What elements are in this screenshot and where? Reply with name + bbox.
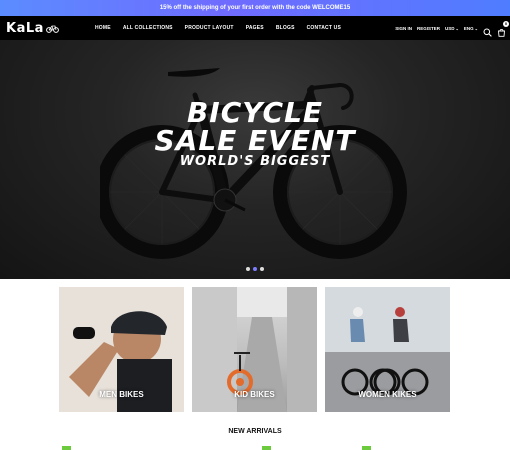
currency-select[interactable]: USD⌄: [445, 26, 459, 31]
collection-label-men: MEN BIKES: [99, 390, 144, 399]
register-link[interactable]: REGISTER: [417, 26, 440, 31]
collection-card-men[interactable]: MEN BIKES: [59, 287, 184, 412]
nav-blogs[interactable]: BLOGS: [276, 25, 295, 31]
nav-all-collections[interactable]: ALL COLLECTIONS: [123, 25, 173, 31]
collection-card-women[interactable]: WOMEN KIKES: [325, 287, 450, 412]
cart-count-badge: 0: [503, 20, 509, 27]
logo[interactable]: KaLa: [6, 20, 59, 36]
collection-card-kid[interactable]: KID BIKES: [192, 287, 317, 412]
nav-home[interactable]: HOME: [95, 25, 111, 31]
product-badge: [62, 446, 71, 450]
hero-subtitle: WORLD'S BIGGEST: [179, 154, 331, 169]
slider-pagination: [246, 267, 264, 271]
hero-title-line2: SALE EVENT: [154, 124, 356, 157]
header: KaLa HOME ALL COLLECTIONS PRODUCT LAYOUT…: [0, 16, 510, 40]
header-actions: SIGN IN REGISTER USD⌄ ENG⌄ 0: [395, 16, 509, 40]
nav-contact-us[interactable]: CONTACT US: [307, 25, 341, 31]
currency-value: USD: [445, 25, 455, 31]
language-value: ENG: [463, 25, 474, 31]
collection-label-kid: KID BIKES: [234, 390, 275, 399]
collection-cards: MEN BIKES KID BIKES WOMEN KIKES: [0, 287, 510, 413]
nav-pages[interactable]: PAGES: [246, 25, 264, 31]
main-nav: HOME ALL COLLECTIONS PRODUCT LAYOUT PAGE…: [95, 16, 341, 40]
new-arrivals-heading: NEW ARRIVALS: [228, 428, 282, 435]
slider-dot-3[interactable]: [260, 267, 264, 271]
product-badge: [362, 446, 371, 450]
cart-icon[interactable]: 0: [497, 20, 509, 37]
sign-in-link[interactable]: SIGN IN: [395, 26, 412, 31]
product-badge: [262, 446, 271, 450]
bike-logo-icon: [46, 25, 59, 33]
logo-text: KaLa: [6, 20, 44, 36]
chevron-down-icon: ⌄: [455, 25, 459, 31]
promo-text: 15% off the shipping of your first order…: [159, 5, 351, 11]
chevron-down-icon: ⌄: [474, 25, 478, 31]
slider-dot-2[interactable]: [253, 267, 257, 271]
nav-product-layout[interactable]: PRODUCT LAYOUT: [185, 25, 234, 31]
search-icon[interactable]: [483, 24, 492, 37]
language-select[interactable]: ENG⌄: [464, 26, 478, 31]
promo-bar: 15% off the shipping of your first order…: [0, 0, 510, 16]
hero-banner[interactable]: BICYCLE SALE EVENT WORLD'S BIGGEST: [0, 40, 510, 279]
collection-label-women: WOMEN KIKES: [358, 390, 417, 399]
slider-dot-1[interactable]: [246, 267, 250, 271]
